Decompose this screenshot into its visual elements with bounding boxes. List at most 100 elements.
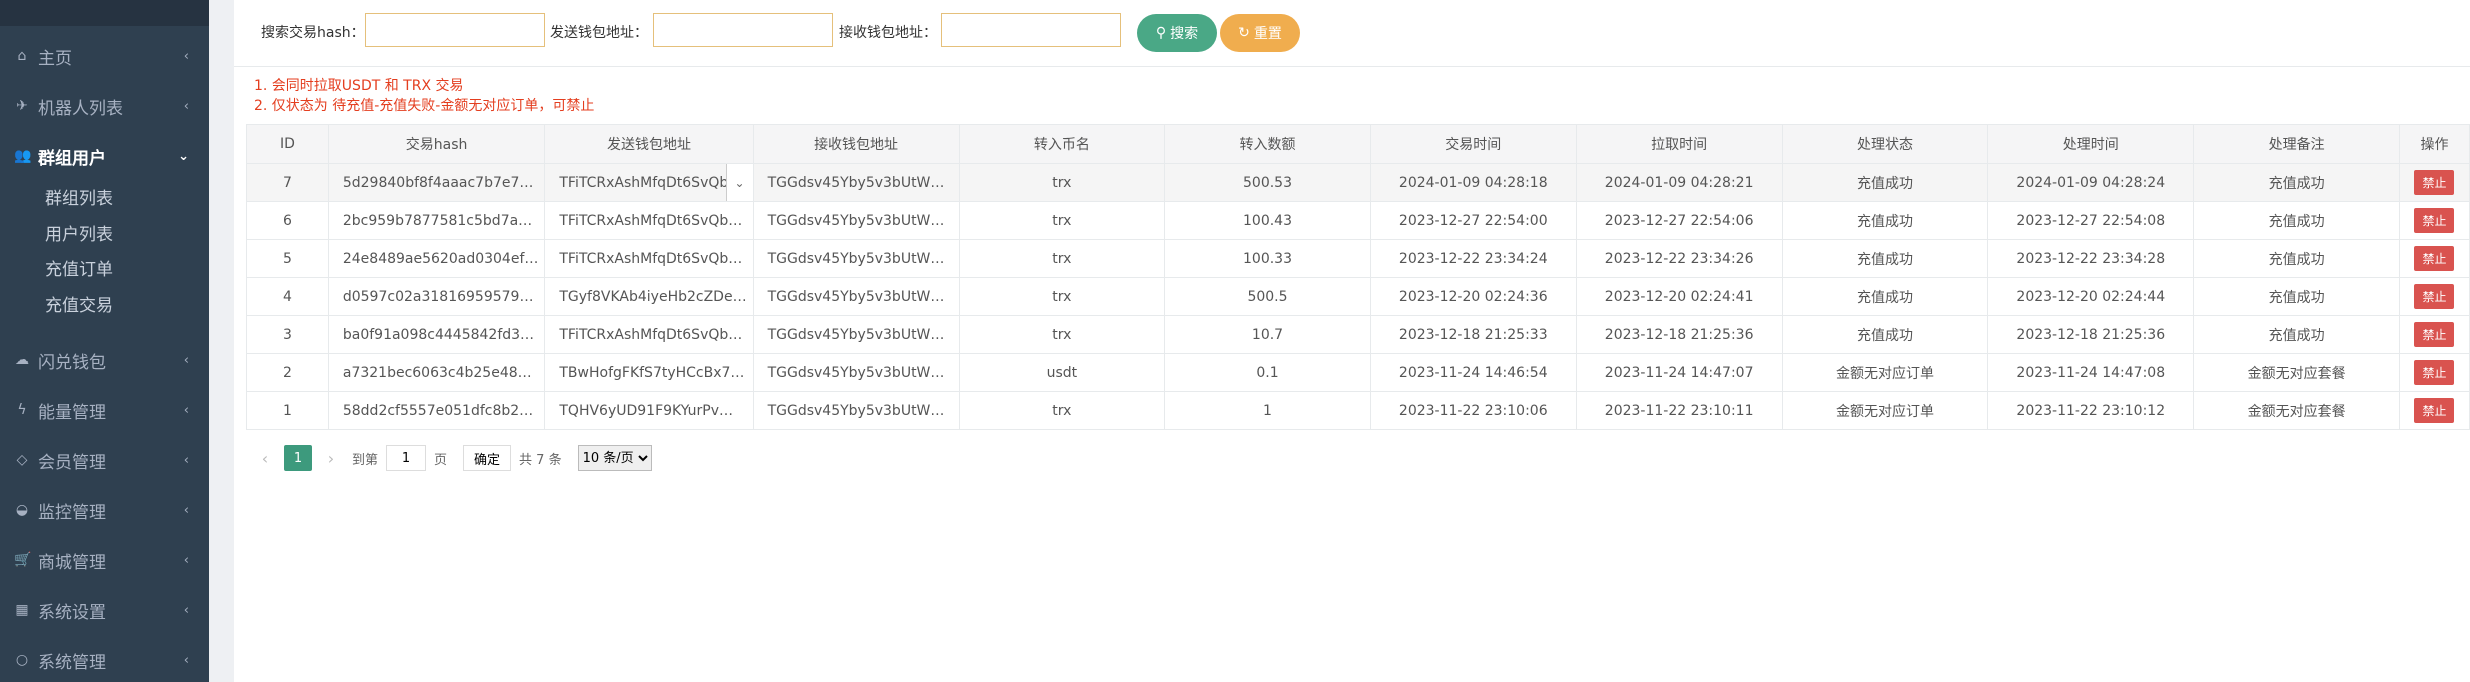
ban-button[interactable]: 禁止 xyxy=(2414,246,2455,271)
cell-action: 禁止 xyxy=(2398,391,2470,430)
submenu-item-recharge-transactions[interactable]: 充值交易 xyxy=(45,291,113,321)
cell-send-address: TFiTCRxAshMfqDt6SvQb… xyxy=(544,201,754,240)
send-address-input[interactable] xyxy=(653,13,833,47)
bolt-icon: ϟ xyxy=(17,402,27,418)
cell-status: 金额无对应订单 xyxy=(1781,353,1989,392)
cell-fetch-time: 2023-12-27 22:54:06 xyxy=(1575,201,1783,240)
cell-process-time: 2023-11-24 14:47:08 xyxy=(1987,353,2195,392)
cell-status: 充值成功 xyxy=(1781,239,1989,278)
transactions-table: ID 交易hash 发送钱包地址 接收钱包地址 转入币名 转入数额 交易时间 拉… xyxy=(246,124,2470,430)
chevron-left-icon: ‹ xyxy=(183,502,189,518)
sidebar-item-label: 群组用户 xyxy=(38,148,106,169)
ban-button[interactable]: 禁止 xyxy=(2414,398,2455,423)
table-row: 2 a7321bec6063c4b25e48… TBwHofgFKfS7tyHC… xyxy=(246,353,2470,392)
cell-hash: ba0f91a098c4445842fd3… xyxy=(327,315,546,354)
cell-coin: trx xyxy=(958,391,1166,430)
pagination: ‹ 1 › 到第 页 确定 共 7 条 10 条/页 xyxy=(252,444,652,472)
cell-id: 2 xyxy=(246,353,329,392)
diamond-icon: ◇ xyxy=(16,452,28,468)
sidebar-item-robots[interactable]: ✈ 机器人列表 ‹ xyxy=(0,84,209,128)
cell-status: 充值成功 xyxy=(1781,315,1989,354)
cell-fetch-time: 2023-11-22 23:10:11 xyxy=(1575,391,1783,430)
chevron-down-icon[interactable]: ⌄ xyxy=(725,164,753,201)
content-gutter xyxy=(209,0,234,682)
search-button-label: 搜索 xyxy=(1170,26,1199,42)
goto-label: 到第 xyxy=(352,452,379,468)
recv-address-input[interactable] xyxy=(941,13,1121,47)
cell-action: 禁止 xyxy=(2398,163,2470,202)
cell-action: 禁止 xyxy=(2398,353,2470,392)
cell-amount: 1 xyxy=(1164,391,1371,430)
cell-recv-address: TGGdsv45Yby5v3bUtW… xyxy=(752,391,960,430)
cell-send-address: TFiTCRxAshMfqDt6SvQb… ⌄ xyxy=(544,163,754,202)
ban-button[interactable]: 禁止 xyxy=(2414,170,2455,195)
sidebar-item-monitor[interactable]: ◒ 监控管理 ‹ xyxy=(0,488,209,532)
cell-action: 禁止 xyxy=(2398,315,2470,354)
cell-action: 禁止 xyxy=(2398,201,2470,240)
ban-button[interactable]: 禁止 xyxy=(2414,208,2455,233)
cell-tx-time: 2023-12-22 23:34:24 xyxy=(1369,239,1577,278)
search-icon: ⚲ xyxy=(1155,25,1167,41)
sidebar-item-system-management[interactable]: ○ 系统管理 ‹ xyxy=(0,638,209,682)
hash-search-input[interactable] xyxy=(365,13,545,47)
sidebar-item-shop[interactable]: 🛒 商城管理 ‹ xyxy=(0,538,209,582)
prev-page-icon[interactable]: ‹ xyxy=(252,449,278,468)
cell-tx-time: 2024-01-09 04:28:18 xyxy=(1369,163,1577,202)
table-row: 7 5d29840bf8f4aaac7b7e7… TFiTCRxAshMfqDt… xyxy=(246,163,2470,202)
sidebar-item-label: 监控管理 xyxy=(38,502,106,523)
col-header-fetch-time: 拉取时间 xyxy=(1575,124,1783,164)
page-number-input[interactable] xyxy=(386,445,427,471)
submenu-item-group-list[interactable]: 群组列表 xyxy=(45,184,113,214)
cell-amount: 100.33 xyxy=(1164,239,1371,278)
submenu-item-user-list[interactable]: 用户列表 xyxy=(45,220,113,250)
send-address-label: 发送钱包地址： xyxy=(550,25,648,41)
sidebar-item-group-users[interactable]: 👥 群组用户 ⌄ xyxy=(0,134,209,178)
windows-icon: ▦ xyxy=(15,602,29,618)
cell-send-address-text: TFiTCRxAshMfqDt6SvQb… xyxy=(559,174,743,191)
sidebar-item-system-settings[interactable]: ▦ 系统设置 ‹ xyxy=(0,588,209,632)
table-row: 6 2bc959b7877581c5bd7a… TFiTCRxAshMfqDt6… xyxy=(246,201,2470,240)
search-bar: 搜索交易hash： 发送钱包地址： 接收钱包地址： ⚲ 搜索 ↻ 重置 xyxy=(234,0,2470,67)
ban-button[interactable]: 禁止 xyxy=(2414,322,2455,347)
cell-remark: 金额无对应套餐 xyxy=(2193,353,2400,392)
plane-icon: ✈ xyxy=(16,98,28,114)
cell-amount: 0.1 xyxy=(1164,353,1371,392)
cell-hash: 5d29840bf8f4aaac7b7e7… xyxy=(327,163,546,202)
ban-button[interactable]: 禁止 xyxy=(2414,360,2455,385)
sidebar-item-home[interactable]: ⌂ 主页 ‹ xyxy=(0,34,209,78)
sidebar-item-flash-wallet[interactable]: ☁ 闪兑钱包 ‹ xyxy=(0,338,209,382)
sidebar-item-members[interactable]: ◇ 会员管理 ‹ xyxy=(0,438,209,482)
cell-hash: d0597c02a31816959579… xyxy=(327,277,546,316)
cell-remark: 金额无对应套餐 xyxy=(2193,391,2400,430)
cell-tx-time: 2023-11-24 14:46:54 xyxy=(1369,353,1577,392)
cell-hash: a7321bec6063c4b25e48… xyxy=(327,353,546,392)
col-header-hash: 交易hash xyxy=(327,124,546,164)
submenu-item-recharge-orders[interactable]: 充值订单 xyxy=(45,255,113,285)
sidebar-item-label: 商城管理 xyxy=(38,552,106,573)
cell-recv-address: TGGdsv45Yby5v3bUtW… xyxy=(752,239,960,278)
cell-tx-time: 2023-11-22 23:10:06 xyxy=(1369,391,1577,430)
table-row: 3 ba0f91a098c4445842fd3… TFiTCRxAshMfqDt… xyxy=(246,315,2470,354)
cell-id: 5 xyxy=(246,239,329,278)
cart-icon: 🛒 xyxy=(14,552,32,568)
next-page-icon[interactable]: › xyxy=(318,449,344,468)
search-button[interactable]: ⚲ 搜索 xyxy=(1137,14,1217,52)
cell-coin: trx xyxy=(958,201,1166,240)
page-button-current[interactable]: 1 xyxy=(284,445,312,471)
reset-button[interactable]: ↻ 重置 xyxy=(1220,14,1300,52)
cell-send-address: TQHV6yUD91F9KYurPv… xyxy=(544,391,754,430)
sidebar-item-label: 主页 xyxy=(38,48,72,69)
cell-amount: 10.7 xyxy=(1164,315,1371,354)
cell-coin: usdt xyxy=(958,353,1166,392)
page-size-select[interactable]: 10 条/页 xyxy=(577,445,652,471)
goto-confirm-button[interactable]: 确定 xyxy=(463,445,512,471)
cell-remark: 充值成功 xyxy=(2193,239,2400,278)
ban-button[interactable]: 禁止 xyxy=(2414,284,2455,309)
home-icon: ⌂ xyxy=(17,48,27,64)
sidebar-item-label: 会员管理 xyxy=(38,452,106,473)
chevron-left-icon: ‹ xyxy=(183,652,189,668)
col-header-amount: 转入数额 xyxy=(1164,124,1371,164)
cell-recv-address: TGGdsv45Yby5v3bUtW… xyxy=(752,315,960,354)
chevron-left-icon: ‹ xyxy=(183,452,189,468)
sidebar-item-energy[interactable]: ϟ 能量管理 ‹ xyxy=(0,388,209,432)
